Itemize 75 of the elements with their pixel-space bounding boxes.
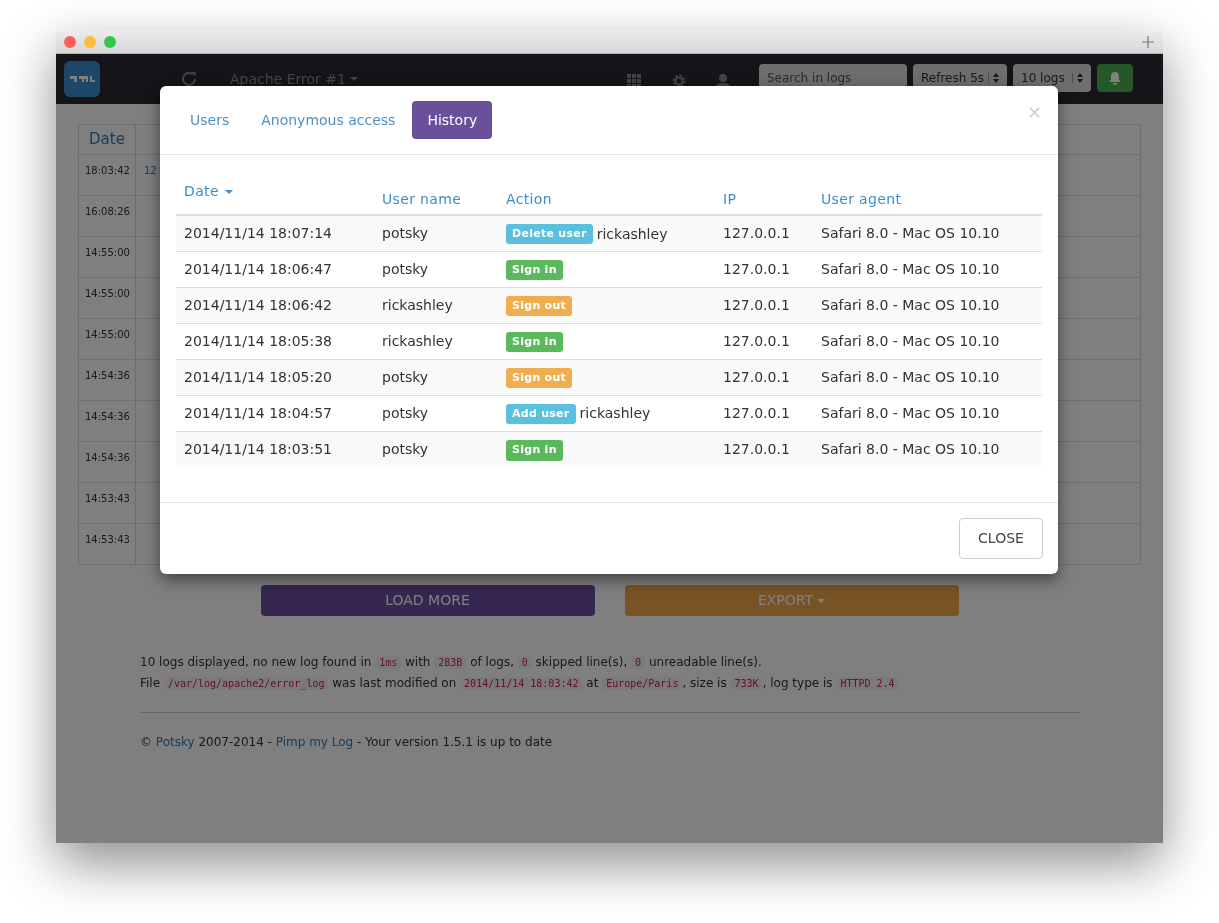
column-header[interactable]: Date <box>78 124 136 155</box>
table-cell: 12 <box>144 165 157 176</box>
caret-icon <box>349 77 358 81</box>
footer-link[interactable]: Potsky <box>155 735 195 749</box>
info-text: File /var/log/apache2/error_log was last modified on 2014/11/14 18:03:42 at Europe/Paris , size is 733K , log type is HTTPD 2.4 <box>140 673 1141 694</box>
table-cell: Safari 8.0 - Mac OS 10.10 <box>813 323 1042 359</box>
action-badge: Sign out <box>506 367 573 389</box>
close-window-icon[interactable] <box>64 36 76 48</box>
footer-link[interactable]: Pimp my Log <box>275 735 354 749</box>
tab[interactable]: Users <box>175 101 245 139</box>
column-header[interactable]: IP <box>715 175 813 215</box>
table-cell: 18:03:42 <box>78 154 136 196</box>
load-more-button[interactable]: LOAD MORE <box>260 585 595 616</box>
action-badge: Sign in <box>506 331 563 353</box>
table-cell: 2014/11/14 18:06:47 <box>176 251 374 287</box>
table-cell: 14:55:00 <box>78 277 136 319</box>
table-cell: 14:53:43 <box>78 482 136 524</box>
table-cell: 127.0.0.1 <box>715 359 813 395</box>
table-cell: 14:54:36 <box>78 441 136 483</box>
action-badge: Delete user <box>506 223 593 245</box>
table-cell: Safari 8.0 - Mac OS 10.10 <box>813 287 1042 323</box>
table-cell-text: rickashley <box>596 224 668 244</box>
close-button[interactable]: CLOSE <box>959 518 1043 559</box>
table-cell: potsky <box>374 359 498 395</box>
table-cell: 127.0.0.1 <box>715 251 813 287</box>
table-cell: Safari 8.0 - Mac OS 10.10 <box>813 359 1042 395</box>
refresh-icon[interactable] <box>180 70 198 88</box>
table-cell: 127.0.0.1 <box>715 395 813 431</box>
action-badge: Sign in <box>506 259 563 281</box>
info-text: 10 logs displayed, no new log found in 1ms with 283B of logs, 0 skipped line(s), 0 unreadable line(s). <box>140 654 763 671</box>
table-cell: 2014/11/14 18:04:57 <box>176 395 374 431</box>
new-tab-icon[interactable] <box>1141 35 1155 49</box>
table-cell-text: rickashley <box>579 404 651 424</box>
column-header[interactable]: User agent <box>813 175 1042 215</box>
notification-button[interactable] <box>1097 64 1133 92</box>
tab[interactable]: Anonymous access <box>246 101 411 139</box>
stepper-icon <box>1072 73 1083 83</box>
table-cell: potsky <box>374 395 498 431</box>
table-cell: 127.0.0.1 <box>715 431 813 467</box>
sort-caret-icon <box>224 189 233 194</box>
table-cell: Safari 8.0 - Mac OS 10.10 <box>813 215 1042 251</box>
logo-icon[interactable] <box>64 61 100 97</box>
table-cell: 14:55:00 <box>78 236 136 278</box>
action-badge: Sign out <box>506 295 573 317</box>
table-cell: 14:53:43 <box>78 523 136 565</box>
table-cell: Safari 8.0 - Mac OS 10.10 <box>813 395 1042 431</box>
action-badge: Add user <box>506 403 576 425</box>
caret-icon <box>817 598 826 603</box>
table-cell: 2014/11/14 18:05:38 <box>176 323 374 359</box>
table-cell: 127.0.0.1 <box>715 323 813 359</box>
table-cell: 14:54:36 <box>78 359 136 401</box>
table-cell: rickashley <box>374 287 498 323</box>
table-cell: Safari 8.0 - Mac OS 10.10 <box>813 431 1042 467</box>
table-cell: 127.0.0.1 <box>715 215 813 251</box>
table-cell: rickashley <box>374 323 498 359</box>
table-cell: 14:54:36 <box>78 400 136 442</box>
bell-icon <box>1109 71 1121 85</box>
action-badge: Sign in <box>506 440 563 461</box>
table-cell: 2014/11/14 18:07:14 <box>176 215 374 251</box>
table-cell: potsky <box>374 431 498 467</box>
tab[interactable]: History <box>412 101 493 139</box>
table-cell: 2014/11/14 18:05:20 <box>176 359 374 395</box>
table-cell: 2014/11/14 18:03:51 <box>176 431 374 467</box>
column-header[interactable]: Action <box>498 175 715 215</box>
table-cell: 16:08:26 <box>78 195 136 237</box>
settings-icon[interactable] <box>671 73 687 89</box>
table-cell: 14:55:00 <box>78 318 136 360</box>
table-cell: Safari 8.0 - Mac OS 10.10 <box>813 251 1042 287</box>
column-header[interactable]: Date <box>184 181 233 202</box>
table-cell: potsky <box>374 215 498 251</box>
table-cell: 2014/11/14 18:06:42 <box>176 287 374 323</box>
footer-text: © Potsky 2007-2014 - Pimp my Log - Your version 1.5.1 is up to date <box>140 734 554 751</box>
table-cell: 127.0.0.1 <box>715 287 813 323</box>
column-header[interactable]: User name <box>374 175 498 215</box>
table-cell: potsky <box>374 251 498 287</box>
